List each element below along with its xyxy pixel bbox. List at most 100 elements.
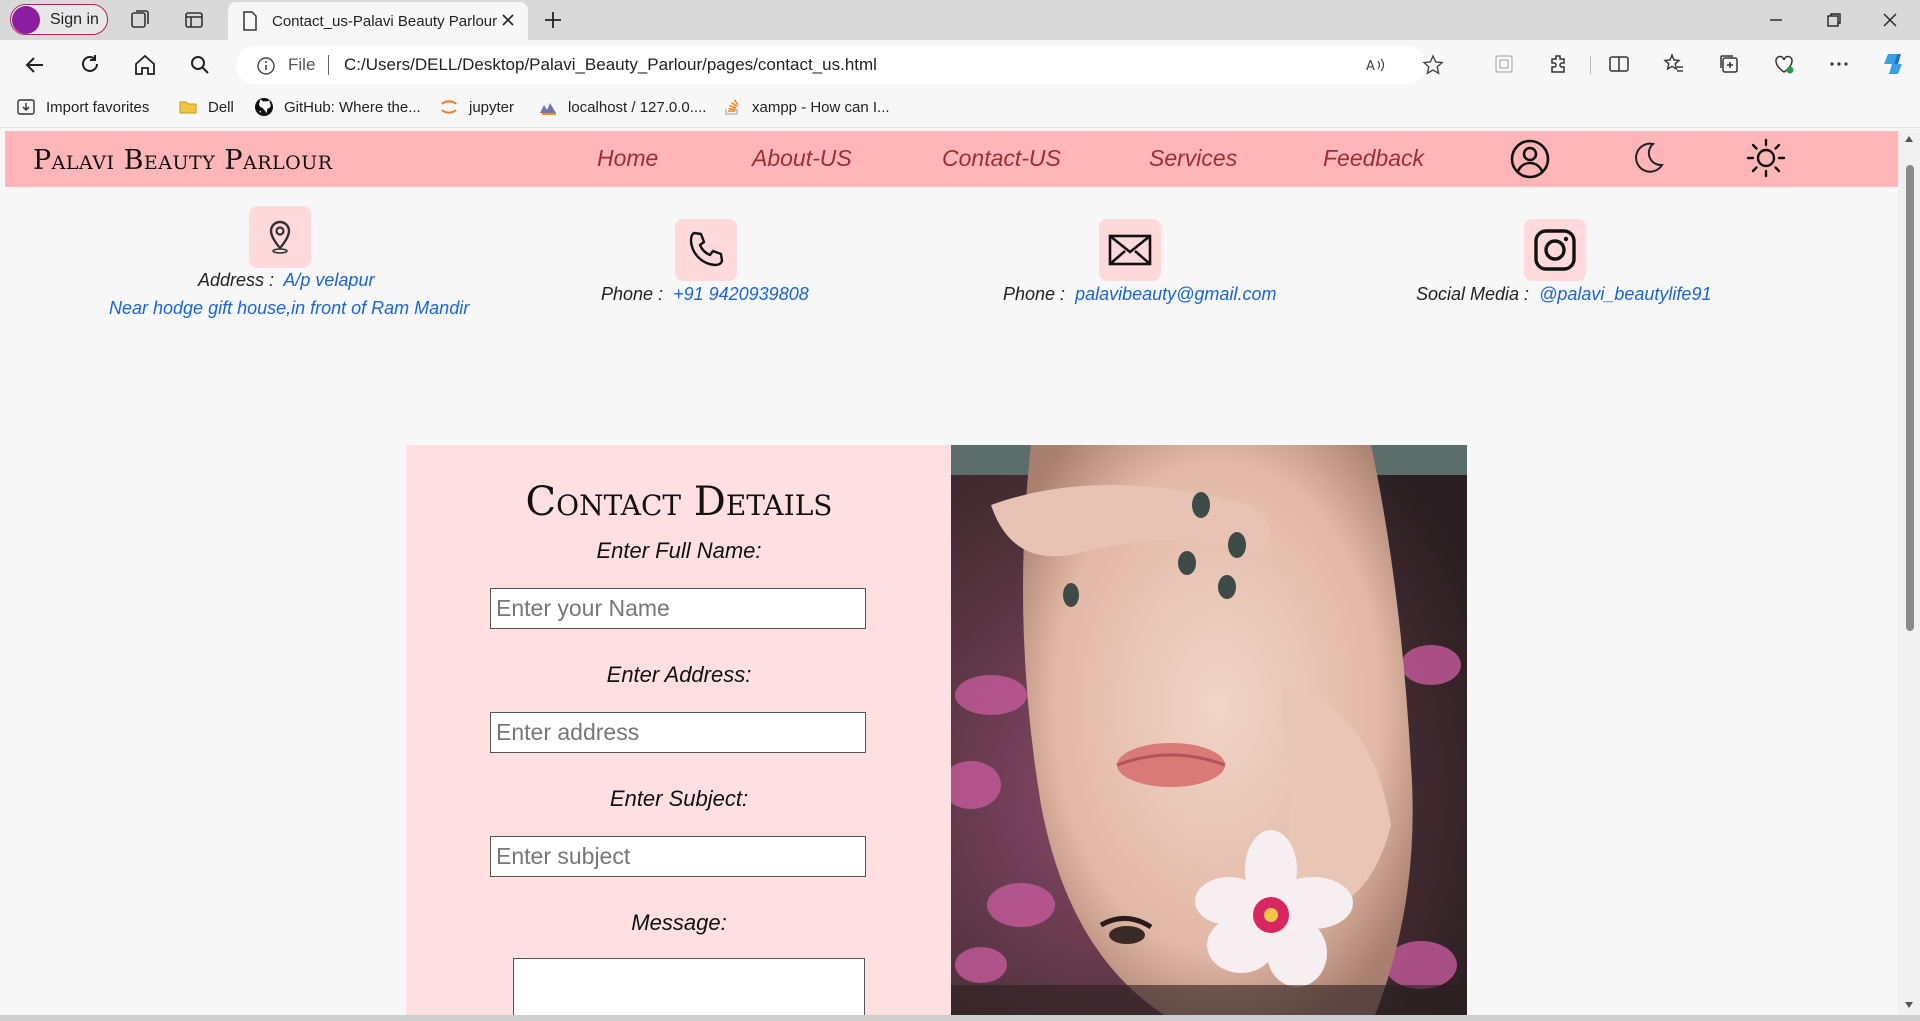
name-label: Enter Full Name: [596, 538, 762, 563]
fav-dell[interactable]: Dell [178, 97, 234, 117]
jupyter-icon [441, 100, 457, 114]
phpmyadmin-icon [540, 103, 556, 115]
phone-value[interactable]: +91 9420939808 [673, 284, 809, 304]
stackoverflow-icon [725, 99, 739, 115]
tab-title: Contact_us-Palavi Beauty Parlour [272, 12, 498, 30]
mail-icon [1108, 234, 1152, 266]
phone-line: Phone : +91 9420939808 [601, 284, 809, 305]
form-title: Contact Details [525, 479, 833, 525]
tab-actions-icon[interactable] [182, 8, 206, 32]
window-bottom-border [0, 1015, 1920, 1021]
address-value[interactable]: A/p velapur [283, 270, 374, 290]
read-aloud-icon[interactable]: A [1364, 54, 1386, 76]
phone-label: Phone : [601, 284, 664, 304]
back-icon[interactable] [22, 52, 48, 78]
phone-icon [689, 231, 724, 267]
location-pin-icon [269, 220, 291, 254]
email-label: Phone : [1003, 284, 1066, 304]
fav-jupyter[interactable]: jupyter [439, 97, 514, 117]
email-line: Phone : palavibeauty@gmail.com [1003, 284, 1276, 305]
page-viewport: Palavi Beauty Parlour Home About-US Cont… [5, 129, 1898, 1015]
beauty-photo [951, 445, 1467, 1015]
url-separator [328, 55, 329, 75]
nav-about-link[interactable]: About-US [752, 145, 852, 172]
message-textarea[interactable] [513, 958, 865, 1015]
message-label: Message: [631, 910, 727, 935]
split-screen-icon[interactable] [1607, 52, 1631, 76]
fav-github[interactable]: GitHub: Where the... [254, 97, 421, 117]
scroll-down-arrow-icon[interactable] [1903, 999, 1915, 1011]
favorites-bar: Import favorites Dell GitHub: Where the.… [0, 88, 1920, 128]
collection-icon[interactable] [1492, 52, 1516, 76]
nav-services-link[interactable]: Services [1149, 145, 1237, 172]
address-icon-box [249, 206, 311, 268]
extensions-icon[interactable] [1547, 52, 1571, 76]
restore-icon[interactable] [1822, 8, 1846, 32]
refresh-icon[interactable] [77, 52, 103, 78]
info-icon[interactable] [256, 56, 276, 76]
browser-toolbar: File C:/Users/DELL/Desktop/Palavi_Beauty… [0, 40, 1920, 88]
signin-button[interactable]: Sign in [10, 4, 108, 35]
scrollbar-thumb[interactable] [1906, 165, 1914, 631]
address-field-label: Enter Address: [606, 662, 752, 687]
home-icon[interactable] [132, 52, 158, 78]
url-text[interactable]: C:/Users/DELL/Desktop/Palavi_Beauty_Parl… [344, 55, 877, 75]
social-value[interactable]: @palavi_beautylife91 [1539, 284, 1711, 304]
search-icon[interactable] [187, 52, 213, 78]
fav-label: Import favorites [46, 98, 150, 116]
address-label: Address : [198, 270, 275, 290]
browser-essentials-icon[interactable] [1772, 52, 1796, 76]
scroll-up-arrow-icon[interactable] [1903, 133, 1915, 145]
nav-home-link[interactable]: Home [597, 145, 658, 172]
fav-label: xampp - How can I... [752, 98, 890, 116]
site-header: Palavi Beauty Parlour Home About-US Cont… [5, 131, 1898, 187]
email-value[interactable]: palavibeauty@gmail.com [1075, 284, 1276, 304]
mail-icon-box [1099, 219, 1161, 281]
more-menu-icon[interactable] [1827, 52, 1851, 76]
profile-avatar [12, 5, 40, 34]
favorite-star-icon[interactable] [1422, 54, 1444, 76]
moon-icon[interactable] [1629, 139, 1667, 177]
url-scheme: File [288, 55, 316, 74]
minimize-icon[interactable] [1764, 8, 1788, 32]
fav-label: Dell [208, 98, 234, 116]
fav-import-favorites[interactable]: Import favorites [16, 97, 149, 117]
subject-label: Enter Subject: [609, 786, 749, 811]
folder-icon [179, 101, 197, 114]
address-bar[interactable]: File C:/Users/DELL/Desktop/Palavi_Beauty… [236, 46, 1444, 84]
github-icon [255, 98, 273, 116]
fav-localhost[interactable]: localhost / 127.0.0.... [538, 97, 706, 117]
instagram-icon [1534, 229, 1576, 271]
address-line2[interactable]: Near hodge gift house,in front of Ram Ma… [109, 298, 469, 319]
toolbar-divider [1590, 56, 1591, 74]
copilot-icon[interactable] [1880, 50, 1908, 78]
favorites-icon[interactable] [1662, 52, 1686, 76]
nav-feedback-link[interactable]: Feedback [1323, 145, 1424, 172]
browser-tab-bar: Sign in Contact_us-Palavi Beauty Parlour [0, 0, 1920, 40]
nav-contact-link[interactable]: Contact-US [942, 145, 1061, 172]
social-label: Social Media : [1416, 284, 1530, 304]
site-brand[interactable]: Palavi Beauty Parlour [33, 145, 333, 176]
user-circle-icon[interactable] [1509, 138, 1551, 180]
fav-label: jupyter [469, 98, 515, 116]
subject-input[interactable] [490, 836, 866, 877]
collections-icon[interactable] [1717, 52, 1741, 76]
import-icon [17, 99, 35, 115]
fav-xampp[interactable]: xampp - How can I... [722, 97, 890, 117]
page-scrollbar[interactable] [1898, 129, 1920, 1015]
fav-label: localhost / 127.0.0.... [568, 98, 707, 116]
active-tab[interactable]: Contact_us-Palavi Beauty Parlour [228, 2, 528, 40]
signin-label: Sign in [50, 10, 99, 28]
close-tab-icon[interactable] [500, 12, 516, 28]
new-tab-icon[interactable] [541, 8, 565, 32]
name-input[interactable] [490, 588, 866, 629]
svg-text:A: A [1366, 59, 1375, 74]
address-input[interactable] [490, 712, 866, 753]
social-line: Social Media : @palavi_beautylife91 [1416, 284, 1711, 305]
address-line1: Address : A/p velapur [198, 270, 374, 291]
sun-icon[interactable] [1745, 137, 1787, 179]
close-window-icon[interactable] [1878, 8, 1902, 32]
workspaces-icon[interactable] [128, 8, 152, 32]
instagram-icon-box [1524, 219, 1586, 281]
phone-icon-box [675, 219, 737, 281]
